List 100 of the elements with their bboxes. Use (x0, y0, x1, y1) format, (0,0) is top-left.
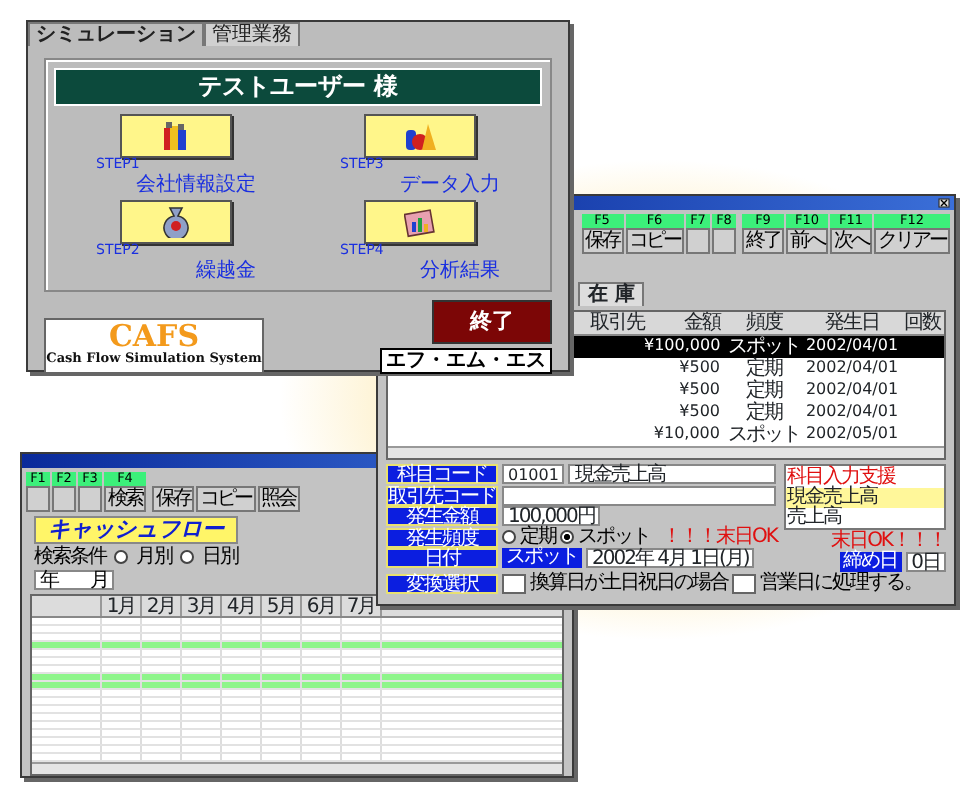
warning-note: ！！！末日OK (662, 526, 777, 549)
column-header: 5月 (260, 596, 300, 616)
function-key-button[interactable] (686, 228, 710, 254)
date-cell: 2002/05/01 (804, 426, 900, 444)
radio-label: スポット (578, 526, 650, 549)
dropdown[interactable] (732, 573, 756, 594)
step-label: 繰越金 (196, 259, 256, 282)
field-label: 科目コード (386, 464, 498, 485)
radio-button[interactable] (560, 530, 574, 545)
field-label: 変換選択 (386, 573, 498, 594)
frequency-cell-text: スポット (726, 424, 802, 446)
date-cell: 2002/04/01 (804, 404, 900, 422)
exit-button[interactable]: 終了 (432, 299, 552, 344)
bottles-icon (162, 120, 190, 153)
function-key-button[interactable] (712, 228, 736, 254)
date-cell: 2002/04/01 (804, 338, 900, 356)
step-button[interactable] (364, 199, 476, 244)
column-header: 金額 (684, 312, 720, 334)
function-key-button[interactable]: コピー (625, 228, 684, 254)
list-title: 科目入力支援 (786, 466, 898, 488)
frequency-cell-text: 定期 (744, 402, 785, 424)
field-label: 締め日 (839, 552, 902, 573)
amount-cell-text: ¥500 (677, 404, 722, 422)
column-header: 4月 (220, 596, 260, 616)
step-label: 会社情報設定 (136, 173, 256, 196)
list-item[interactable]: 売上高 (786, 508, 944, 528)
amount-field[interactable]: 100,000円 (502, 506, 601, 527)
list-item[interactable]: 現金売上高 (786, 488, 944, 508)
condition-text: 営業日に処理する。 (760, 572, 922, 595)
step-button[interactable] (120, 114, 232, 159)
condition-text: 換算日が土日祝日の場合 (530, 572, 728, 595)
screen-title: キャッシュフロー (34, 515, 238, 544)
step-button[interactable] (364, 114, 476, 159)
logo-title: CAFS (108, 322, 200, 353)
unit-label: 年 (40, 571, 58, 588)
function-key-button[interactable]: 検索 (104, 485, 146, 512)
field-label: 発生金額 (386, 506, 498, 527)
column-header: 発生日 (825, 312, 879, 334)
input-field[interactable] (502, 485, 777, 506)
function-key-button[interactable]: 保存 (581, 228, 623, 254)
function-key-button[interactable]: クリアー (874, 228, 950, 254)
unit-label: 月 (90, 571, 108, 588)
function-key-button[interactable]: コピー (196, 485, 255, 512)
dropdown[interactable] (502, 573, 526, 594)
table-row[interactable]: ¥10,000 スポット 2002/05/01 (644, 424, 944, 446)
field-label: 発生頻度 (386, 527, 498, 548)
function-key-button[interactable] (52, 485, 76, 512)
radio-label: 定期 (520, 526, 556, 549)
column-header: 2月 (140, 596, 180, 616)
radio-button[interactable] (180, 549, 194, 564)
step-label: 分析結果 (420, 259, 500, 282)
radio-button[interactable] (114, 549, 128, 564)
date-field[interactable]: 2002年 4月 1日(月) (586, 548, 755, 569)
amount-cell-text: ¥500 (677, 382, 722, 400)
table-row[interactable]: ¥500 定期 2002/04/01 (644, 380, 944, 402)
amount-cell-text: ¥10,000 (651, 426, 722, 444)
year-month-field[interactable]: 年 月 (34, 569, 114, 590)
tab[interactable]: 管理業務 (204, 22, 300, 46)
column-header: 7月 (340, 596, 380, 616)
chart-icon (404, 205, 436, 238)
bottle-and-cone-icon (404, 120, 436, 153)
function-key-button[interactable]: 終了 (742, 228, 784, 254)
user-banner: テストユーザー 様 (54, 68, 542, 107)
scrollbar[interactable] (388, 446, 944, 458)
date-cell: 2002/04/01 (804, 382, 900, 400)
closing-day-field[interactable]: 0日 (905, 552, 946, 573)
field-label: スポット (502, 548, 582, 569)
column-header: 回数 (904, 312, 940, 334)
function-key-button[interactable]: 次へ (830, 228, 872, 254)
function-key-button[interactable]: 前へ (786, 228, 828, 254)
column-header: 頻度 (746, 312, 782, 334)
code-field[interactable]: 01001 (502, 464, 565, 485)
column-header: 1月 (100, 596, 140, 616)
name-field[interactable]: 現金売上高 (568, 464, 777, 485)
search-label: 検索条件 (34, 545, 106, 568)
frequency-cell-text: スポット (726, 336, 802, 358)
tab[interactable]: 在 庫 (578, 282, 645, 306)
function-key-button[interactable]: 照会 (257, 485, 299, 512)
date-cell: 2002/04/01 (804, 360, 900, 378)
function-key-button[interactable] (26, 485, 50, 512)
radio-button[interactable] (502, 530, 516, 545)
frequency-cell-text: 定期 (744, 358, 785, 380)
radio-label: 月別 (136, 545, 172, 568)
radio-label: 日別 (202, 545, 238, 568)
frequency-cell-text: 定期 (744, 380, 785, 402)
step-button[interactable] (120, 199, 232, 244)
step-label: データ入力 (400, 173, 500, 196)
company-name: エフ・エム・エス (380, 347, 552, 374)
scrollbar[interactable] (32, 762, 562, 774)
column-header: 取引先 (590, 312, 644, 334)
warning-note: 末日OK！！！ (831, 530, 946, 552)
tab[interactable]: シミュレーション (28, 22, 204, 46)
field-label: 取引先コード (386, 485, 498, 506)
function-key-button[interactable]: 保存 (152, 485, 194, 512)
column-header: 6月 (300, 596, 340, 616)
table-row[interactable]: ¥500 定期 2002/04/01 (644, 358, 944, 380)
table-row[interactable]: ¥500 定期 2002/04/01 (644, 402, 944, 424)
amount-cell-text: ¥500 (677, 360, 722, 378)
field-label: 日付 (386, 548, 498, 569)
function-key-button[interactable] (78, 485, 102, 512)
